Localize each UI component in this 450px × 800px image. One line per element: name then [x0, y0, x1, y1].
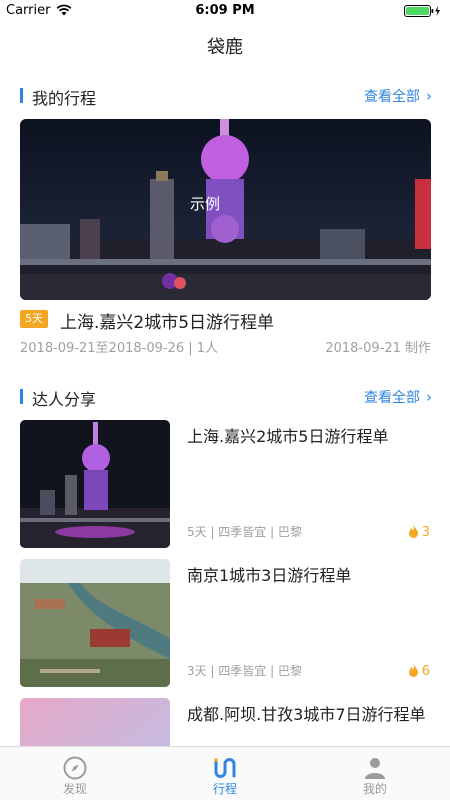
battery-icon [404, 5, 440, 17]
tab-itinerary[interactable]: 行程 [150, 747, 300, 800]
card-thumbnail [20, 420, 170, 548]
shared-trip-card[interactable]: 成都.阿坝.甘孜3城市7日游行程单 [20, 698, 432, 746]
my-trip-title: 上海.嘉兴2城市5日游行程单 [60, 313, 275, 333]
flame-icon [408, 664, 418, 677]
tab-bar: 发现 行程 我的 [0, 746, 450, 800]
chevron-right-icon: › [426, 388, 432, 406]
tab-label: 我的 [362, 782, 387, 796]
shared-trip-card[interactable]: 南京1城市3日游行程单 3天 | 四季皆宜 | 巴黎 6 [20, 559, 432, 687]
section-accent-bar [20, 389, 23, 404]
expert-share-header: 达人分享 查看全部 › [20, 386, 432, 409]
section-accent-bar [20, 88, 23, 103]
tab-discover[interactable]: 发现 [0, 747, 150, 800]
person-icon [365, 758, 385, 779]
view-all-label: 查看全部 [364, 89, 420, 105]
popularity-count: 6 [408, 664, 430, 679]
my-trips-view-all-button[interactable]: 查看全部 › [364, 86, 432, 106]
my-trip-created-date: 2018-09-21 制作 [325, 341, 431, 356]
flame-icon [408, 525, 418, 538]
shared-trip-card[interactable]: 上海.嘉兴2城市5日游行程单 5天 | 四季皆宜 | 巴黎 3 [20, 420, 432, 548]
days-badge: 5天 [20, 310, 48, 328]
my-trip-meta: 2018-09-21至2018-09-26 | 1人 2018-09-21 制作 [20, 337, 431, 356]
city-aerial-image [20, 559, 170, 687]
popularity-value: 6 [421, 664, 430, 679]
tab-profile[interactable]: 我的 [300, 747, 450, 800]
popularity-value: 3 [421, 525, 430, 540]
night-tower-image [20, 420, 170, 548]
tab-label: 发现 [62, 782, 87, 796]
my-trip-cover-image[interactable] [20, 119, 431, 300]
card-title: 南京1城市3日游行程单 [187, 566, 352, 585]
page-title: 袋鹿 [207, 37, 243, 58]
popularity-count: 3 [408, 525, 430, 540]
my-trip-title-row[interactable]: 5天 上海.嘉兴2城市5日游行程单 [20, 308, 440, 333]
tab-label: 行程 [212, 782, 237, 796]
chevron-right-icon: › [426, 87, 432, 105]
card-meta: 5天 | 四季皆宜 | 巴黎 [187, 525, 302, 539]
card-thumbnail [20, 698, 170, 746]
my-trips-header: 我的行程 查看全部 › [20, 85, 432, 108]
expert-share-title: 达人分享 [32, 390, 97, 409]
status-bar: Carrier 6:09 PM [0, 0, 450, 22]
card-meta: 3天 | 四季皆宜 | 巴黎 [187, 664, 302, 678]
card-title: 上海.嘉兴2城市5日游行程单 [187, 427, 389, 446]
expert-share-view-all-button[interactable]: 查看全部 › [364, 387, 432, 407]
view-all-label: 查看全部 [364, 390, 420, 406]
clock: 6:09 PM [195, 3, 255, 18]
night-city-skyline-image [20, 119, 431, 300]
my-trips-title: 我的行程 [32, 89, 97, 108]
itinerary-icon [214, 758, 236, 778]
card-title: 成都.阿坝.甘孜3城市7日游行程单 [187, 705, 426, 724]
sample-label: 示例 [190, 195, 221, 213]
card-thumbnail [20, 559, 170, 687]
my-trip-dates: 2018-09-21至2018-09-26 | 1人 [20, 341, 219, 356]
mountain-sky-image [20, 698, 170, 746]
compass-icon [63, 756, 87, 780]
